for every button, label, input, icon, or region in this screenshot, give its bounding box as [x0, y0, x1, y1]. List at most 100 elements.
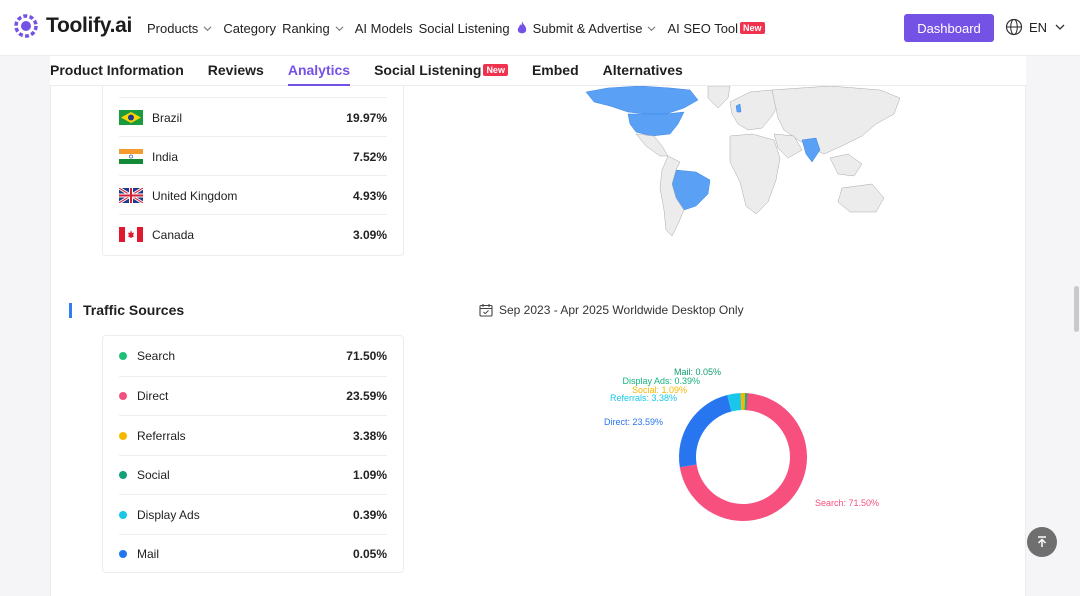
source-share: 23.59% — [346, 389, 387, 403]
back-to-top-button[interactable] — [1027, 527, 1057, 557]
main-nav: Products Category Ranking AI Models Soci… — [147, 0, 771, 56]
page-scrollbar[interactable] — [1074, 286, 1079, 332]
list-item: India 7.52% — [119, 136, 387, 176]
dashboard-button[interactable]: Dashboard — [904, 14, 994, 42]
source-share: 0.05% — [352, 547, 387, 561]
new-badge: New — [483, 64, 508, 76]
calendar-icon — [479, 304, 493, 317]
nav-category-label: Category — [223, 20, 277, 36]
nav-products[interactable]: Products — [147, 21, 212, 36]
source-share: 71.50% — [346, 349, 387, 363]
country-share: 4.93% — [352, 188, 387, 203]
tab-product-information[interactable]: Product Information — [50, 62, 184, 86]
uk-flag-icon — [119, 188, 143, 203]
nav-category[interactable]: Category — [223, 21, 276, 36]
chevron-down-icon — [1055, 24, 1065, 30]
section-accent-bar — [69, 302, 72, 318]
country-name: India — [152, 149, 179, 164]
tab-label: Reviews — [207, 62, 264, 78]
source-share: 3.38% — [352, 428, 387, 443]
donut-slice-social[interactable] — [740, 393, 746, 411]
source-name: Direct — [137, 389, 169, 403]
list-item: Referrals 3.38% — [119, 415, 387, 455]
donut-label-social: Social: 1.09% — [632, 385, 687, 395]
logo-icon — [14, 14, 38, 38]
legend-dot — [119, 510, 127, 519]
tab-social-listening[interactable]: Social Listening New — [374, 62, 508, 86]
fire-icon — [517, 21, 526, 34]
date-range-label: Sep 2023 - Apr 2025 Worldwide Desktop On… — [499, 303, 744, 317]
donut-slice-direct[interactable] — [679, 394, 732, 468]
chevron-down-icon — [335, 25, 344, 31]
list-item: United Kingdom 4.93% — [119, 175, 387, 215]
list-item: Display Ads 0.39% — [119, 494, 387, 534]
tab-alternatives[interactable]: Alternatives — [603, 62, 683, 86]
usa-region — [627, 111, 685, 137]
traffic-sources-donut-chart: Search: 71.50%Direct: 23.59%Referrals: 3… — [604, 367, 879, 521]
country-share: 3.09% — [352, 227, 387, 242]
nav-products-label: Products — [147, 20, 199, 36]
source-name: Display Ads — [137, 507, 200, 522]
legend-dot — [119, 550, 127, 558]
nav-social-listening-label: Social Listening — [418, 20, 510, 36]
brazil-flag-icon — [119, 110, 143, 125]
country-name: Brazil — [152, 110, 183, 125]
source-name: Mail — [137, 547, 160, 561]
canada-region — [585, 85, 699, 115]
nav-ranking-label: Ranking — [282, 20, 330, 36]
list-item: Brazil 19.97% — [119, 97, 387, 137]
nav-ranking[interactable]: Ranking — [282, 21, 344, 36]
canada-flag-icon — [119, 227, 143, 242]
nav-submit-advertise-label: Submit & Advertise — [532, 20, 643, 36]
country-name: Canada — [152, 227, 195, 242]
list-item: Canada 3.09% — [119, 214, 387, 254]
nav-submit-advertise[interactable]: Submit & Advertise — [516, 21, 657, 36]
donut-label-direct: Direct: 23.59% — [604, 417, 663, 427]
nav-ai-models[interactable]: AI Models — [355, 21, 413, 36]
list-item: Search 71.50% — [119, 336, 387, 376]
product-tabs: Product Information Reviews Analytics So… — [50, 56, 1026, 86]
nav-ai-seo-tool[interactable]: AI SEO Tool New — [667, 20, 765, 36]
legend-dot — [119, 392, 127, 400]
source-share: 0.39% — [352, 507, 387, 522]
list-item: Direct 23.59% — [119, 375, 387, 416]
nav-ai-models-label: AI Models — [354, 20, 413, 36]
logo[interactable]: Toolify.ai — [12, 12, 132, 40]
chevron-down-icon — [647, 25, 656, 31]
top-countries-list: Brazil 19.97% India 7.52% United Kingdom… — [102, 76, 404, 256]
country-share: 7.52% — [352, 149, 387, 164]
country-name: United Kingdom — [152, 188, 238, 203]
tab-label: Product Information — [50, 62, 184, 78]
chevron-down-icon — [203, 25, 212, 31]
tab-label: Social Listening — [374, 62, 482, 78]
language-selector[interactable]: EN — [1005, 18, 1071, 36]
source-name: Referrals — [137, 428, 186, 443]
globe-icon — [1005, 18, 1023, 36]
donut-label-mail: Mail: 0.05% — [674, 367, 721, 377]
logo-text: Toolify.ai — [46, 14, 133, 37]
tab-label: Analytics — [287, 62, 351, 78]
list-item: Mail 0.05% — [119, 533, 387, 574]
tab-embed[interactable]: Embed — [532, 62, 579, 86]
india-region — [801, 137, 821, 163]
arrow-up-icon — [1037, 536, 1047, 547]
source-name: Social — [137, 468, 170, 482]
language-label: EN — [1029, 19, 1048, 35]
nav-social-listening[interactable]: Social Listening — [419, 21, 510, 36]
india-flag-icon — [119, 149, 143, 164]
traffic-sources-list: Search 71.50% Direct 23.59% Referrals 3.38% So… — [102, 335, 404, 573]
tab-label: Embed — [531, 62, 579, 78]
nav-ai-seo-tool-label: AI SEO Tool — [667, 20, 739, 36]
donut-label-display-ads: Display Ads: 0.39% — [622, 376, 700, 386]
new-badge: New — [740, 22, 765, 34]
country-share: 19.97% — [346, 110, 387, 125]
donut-label-search: Search: 71.50% — [815, 498, 879, 508]
list-item: Social 1.09% — [119, 454, 387, 495]
tab-analytics[interactable]: Analytics — [287, 62, 351, 86]
traffic-sources-label: Traffic Sources — [83, 302, 185, 318]
date-range: Sep 2023 - Apr 2025 Worldwide Desktop On… — [479, 303, 744, 317]
tab-label: Alternatives — [602, 62, 683, 78]
traffic-sources-title: Traffic Sources — [69, 302, 184, 318]
tab-reviews[interactable]: Reviews — [208, 62, 264, 86]
legend-dot — [119, 431, 127, 440]
